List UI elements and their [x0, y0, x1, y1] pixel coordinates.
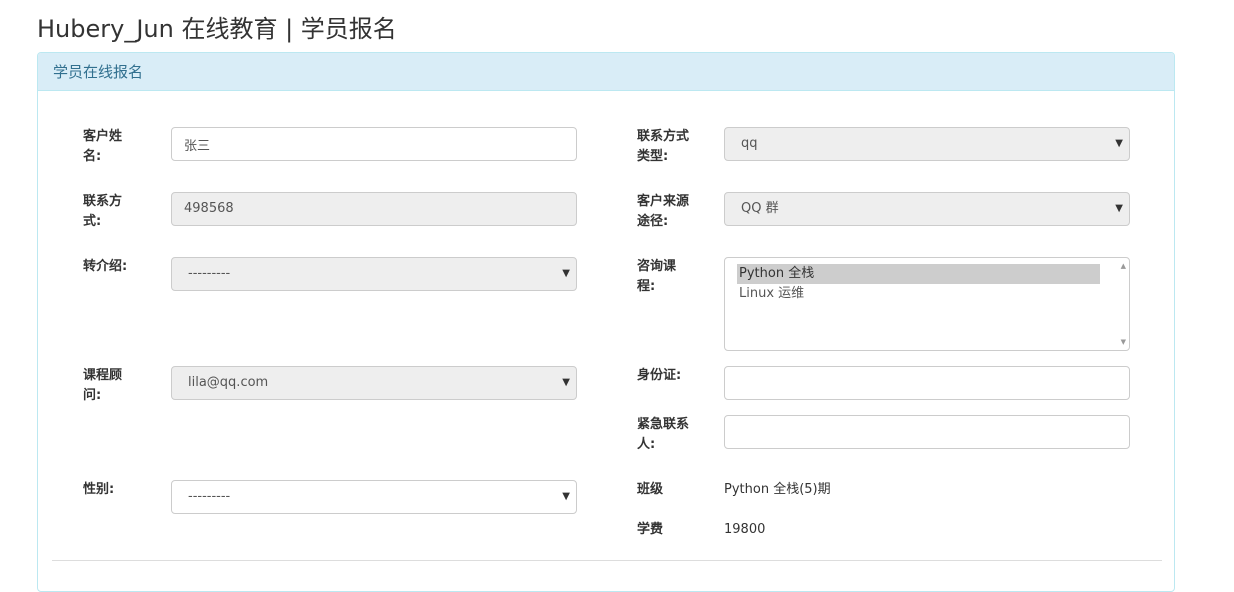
tuition-label: 学费 — [637, 522, 664, 537]
source-label: 客户来源途径: — [637, 194, 690, 229]
consultant-select-value: lila@qq.com — [188, 375, 269, 390]
source-select[interactable]: QQ 群 ▼ — [724, 192, 1130, 226]
scroll-up-icon[interactable]: ▲ — [1121, 262, 1126, 270]
contact-type-select-value: qq — [741, 136, 758, 151]
consultant-label: 课程顾问: — [83, 368, 123, 403]
caret-down-icon: ▼ — [1115, 138, 1123, 149]
contact-type-select[interactable]: qq ▼ — [724, 127, 1130, 161]
id-card-label: 身份证: — [637, 368, 682, 383]
caret-down-icon: ▼ — [562, 491, 570, 502]
contact-type-label: 联系方式类型: — [637, 129, 690, 164]
emergency-contact-input[interactable] — [724, 415, 1130, 449]
contact-label: 联系方式: — [83, 194, 123, 229]
caret-down-icon: ▼ — [562, 377, 570, 388]
consultant-select[interactable]: lila@qq.com ▼ — [171, 366, 577, 400]
source-select-value: QQ 群 — [741, 201, 779, 216]
panel-heading: 学员在线报名 — [38, 53, 1174, 91]
referral-select[interactable]: --------- ▼ — [171, 257, 577, 291]
section-divider — [52, 560, 1162, 561]
enrollment-panel: 学员在线报名 客户姓名: 联系方式: 498568 转介绍: ---------… — [37, 52, 1175, 592]
class-value: Python 全栈(5)期 — [724, 482, 831, 497]
name-label: 客户姓名: — [83, 129, 123, 164]
id-card-input[interactable] — [724, 366, 1130, 400]
referral-select-value: --------- — [188, 266, 231, 281]
course-label: 咨询课程: — [637, 259, 677, 294]
class-label: 班级 — [637, 482, 664, 497]
name-input[interactable] — [171, 127, 577, 161]
emergency-contact-label: 紧急联系人: — [637, 417, 690, 452]
course-option[interactable]: Python 全栈 — [737, 264, 1100, 284]
gender-label: 性别: — [83, 482, 115, 497]
referral-label: 转介绍: — [83, 259, 128, 274]
gender-select-value: --------- — [188, 489, 231, 504]
course-option[interactable]: Linux 运维 — [737, 284, 1100, 304]
caret-down-icon: ▼ — [562, 268, 570, 279]
page-title: Hubery_Jun 在线教育 | 学员报名 — [37, 15, 397, 43]
contact-input[interactable]: 498568 — [171, 192, 577, 226]
gender-select[interactable]: --------- ▼ — [171, 480, 577, 514]
tuition-value: 19800 — [724, 522, 766, 537]
scroll-down-icon[interactable]: ▼ — [1121, 338, 1126, 346]
course-multiselect[interactable]: Python 全栈 Linux 运维 ▲ ▼ — [724, 257, 1130, 351]
caret-down-icon: ▼ — [1115, 203, 1123, 214]
